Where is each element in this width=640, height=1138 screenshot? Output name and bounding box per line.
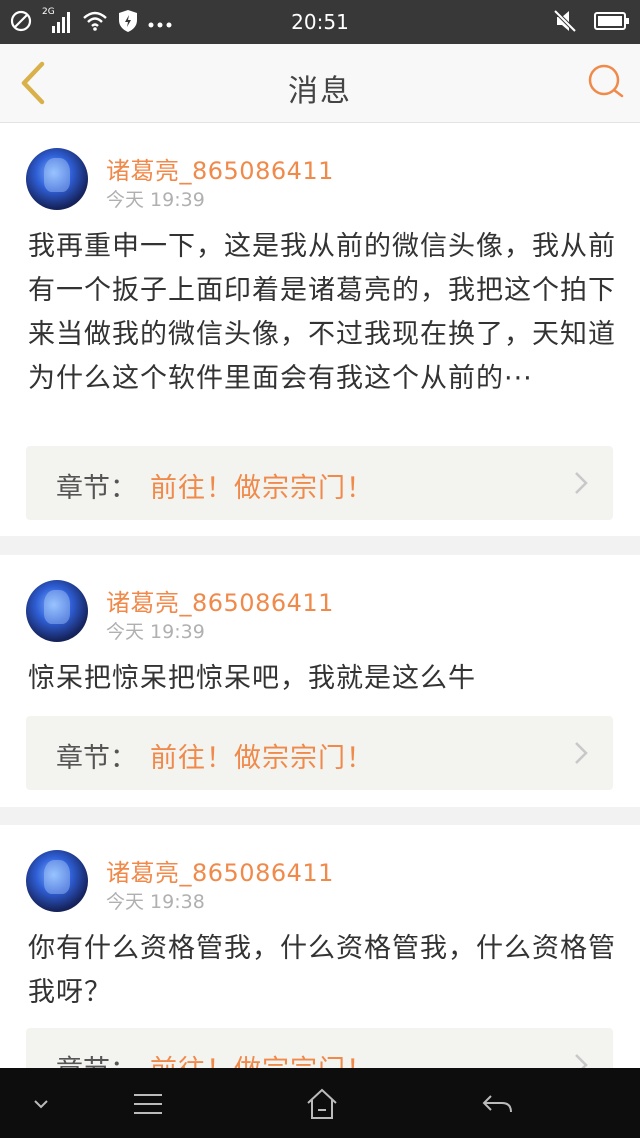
message-content: 你有什么资格管我，什么资格管我，什么资格管我呀？: [28, 933, 616, 1008]
message-time: 今天 19:38: [106, 891, 205, 913]
chapter-label: 章节：: [56, 473, 137, 504]
username[interactable]: 诸葛亮_865086411: [106, 583, 334, 618]
menu-icon: [134, 1094, 162, 1114]
chapter-name: 前往！做宗宗门！: [150, 1048, 374, 1068]
avatar[interactable]: [26, 148, 88, 210]
nav-bar: 消息: [0, 44, 640, 123]
chapter-label: 章节：: [56, 743, 137, 774]
chevron-down-icon: [34, 1100, 48, 1109]
message-time: 今天 19:39: [106, 621, 205, 643]
page-title: 消息: [288, 74, 352, 109]
message-card: 诸葛亮_865086411 今天 19:39 我再重申一下，这是我从前的微信头像…: [0, 123, 640, 536]
chapter-link-button[interactable]: 章节： 前往！做宗宗门！: [26, 1028, 613, 1068]
search-button[interactable]: [586, 62, 626, 102]
chevron-right-icon: [575, 1054, 588, 1068]
message-card: 诸葛亮_865086411 今天 19:38 你有什么资格管我，什么资格管我，什…: [0, 825, 640, 1068]
status-time: 20:51: [291, 10, 349, 34]
status-right-icons: [553, 9, 630, 37]
username[interactable]: 诸葛亮_865086411: [106, 853, 334, 888]
avatar[interactable]: [26, 580, 88, 642]
home-icon: [307, 1088, 337, 1119]
message-content: 惊呆把惊呆把惊呆吧，我就是这么牛: [28, 663, 476, 694]
back-arrow-icon: [482, 1095, 512, 1113]
message-content: 我再重申一下，这是我从前的微信头像，我从前有一个扳子上面印着是诸葛亮的，我把这个…: [28, 231, 616, 394]
battery-icon: [594, 11, 630, 35]
chapter-link-button[interactable]: 章节： 前往！做宗宗门！: [26, 716, 613, 790]
chevron-right-icon: [575, 472, 588, 494]
search-icon: [588, 64, 624, 98]
message-card: 诸葛亮_865086411 今天 19:39 惊呆把惊呆把惊呆吧，我就是这么牛 …: [0, 555, 640, 807]
status-bar: 2G 20:51: [0, 0, 640, 44]
chapter-label: 章节：: [56, 1048, 137, 1068]
chapter-link-button[interactable]: 章节： 前往！做宗宗门！: [26, 446, 613, 520]
chapter-name: 前往！做宗宗门！: [150, 473, 374, 504]
system-nav-bar: [0, 1068, 640, 1138]
collapse-nav-button[interactable]: [22, 1086, 62, 1122]
message-feed[interactable]: 诸葛亮_865086411 今天 19:39 我再重申一下，这是我从前的微信头像…: [0, 123, 640, 1068]
message-time: 今天 19:39: [106, 189, 205, 211]
mute-icon: [553, 9, 577, 37]
home-button[interactable]: [302, 1086, 342, 1122]
username[interactable]: 诸葛亮_865086411: [106, 151, 334, 186]
chevron-right-icon: [575, 742, 588, 764]
chapter-name: 前往！做宗宗门！: [150, 743, 374, 774]
avatar[interactable]: [26, 850, 88, 912]
menu-button[interactable]: [128, 1086, 168, 1122]
back-nav-button[interactable]: [478, 1086, 518, 1122]
